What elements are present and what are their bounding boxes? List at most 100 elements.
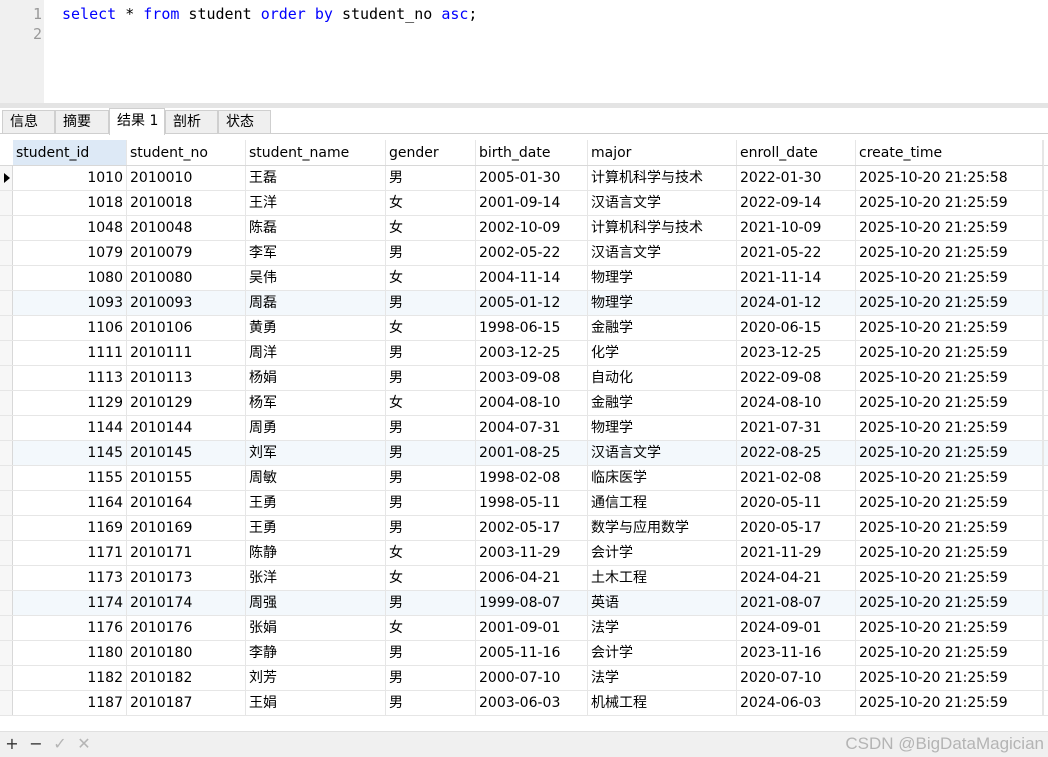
row-selector[interactable] xyxy=(0,591,13,615)
cell-gender[interactable]: 男 xyxy=(386,366,476,390)
tab-status[interactable]: 状态 xyxy=(218,110,271,133)
column-header-enroll-date[interactable]: enroll_date xyxy=(737,140,856,165)
cell-student-no[interactable]: 2010144 xyxy=(127,416,246,440)
cell-gender[interactable]: 女 xyxy=(386,391,476,415)
cell-student-no[interactable]: 2010180 xyxy=(127,641,246,665)
row-selector[interactable] xyxy=(0,491,13,515)
row-selector[interactable] xyxy=(0,616,13,640)
cell-student-name[interactable]: 王娟 xyxy=(246,691,386,715)
cell-enroll-date[interactable]: 2023-12-25 xyxy=(737,341,856,365)
cell-gender[interactable]: 女 xyxy=(386,566,476,590)
table-row[interactable]: 1180 2010180 李静男 2005-11-16 会计学 2023-11-16 202… xyxy=(0,641,1048,666)
table-row[interactable]: 1164 2010164 王勇男 1998-05-11 通信工程 2020-05-11 20… xyxy=(0,491,1048,516)
cell-student-no[interactable]: 2010129 xyxy=(127,391,246,415)
cell-create-time[interactable]: 2025-10-20 21:25:59 xyxy=(856,416,1043,440)
cell-major[interactable]: 通信工程 xyxy=(588,491,737,515)
cell-birth-date[interactable]: 2005-11-16 xyxy=(476,641,588,665)
cell-gender[interactable]: 男 xyxy=(386,416,476,440)
cell-student-name[interactable]: 王勇 xyxy=(246,491,386,515)
cell-create-time[interactable]: 2025-10-20 21:25:59 xyxy=(856,566,1043,590)
cell-enroll-date[interactable]: 2022-08-25 xyxy=(737,441,856,465)
cell-student-no[interactable]: 2010187 xyxy=(127,691,246,715)
cell-student-no[interactable]: 2010173 xyxy=(127,566,246,590)
cell-gender[interactable]: 男 xyxy=(386,241,476,265)
cell-major[interactable]: 自动化 xyxy=(588,366,737,390)
cell-student-name[interactable]: 张洋 xyxy=(246,566,386,590)
cell-student-no[interactable]: 2010164 xyxy=(127,491,246,515)
row-selector[interactable] xyxy=(0,166,13,190)
cell-create-time[interactable]: 2025-10-20 21:25:59 xyxy=(856,591,1043,615)
cell-student-name[interactable]: 杨娟 xyxy=(246,366,386,390)
cell-enroll-date[interactable]: 2020-05-17 xyxy=(737,516,856,540)
cell-enroll-date[interactable]: 2021-05-22 xyxy=(737,241,856,265)
cell-enroll-date[interactable]: 2022-09-08 xyxy=(737,366,856,390)
tab-summary[interactable]: 摘要 xyxy=(55,110,109,133)
cell-create-time[interactable]: 2025-10-20 21:25:59 xyxy=(856,466,1043,490)
row-selector[interactable] xyxy=(0,291,13,315)
cell-create-time[interactable]: 2025-10-20 21:25:59 xyxy=(856,491,1043,515)
cell-enroll-date[interactable]: 2021-10-09 xyxy=(737,216,856,240)
cell-student-id[interactable]: 1048 xyxy=(13,216,127,240)
cell-student-id[interactable]: 1174 xyxy=(13,591,127,615)
cell-create-time[interactable]: 2025-10-20 21:25:59 xyxy=(856,291,1043,315)
cell-enroll-date[interactable]: 2024-09-01 xyxy=(737,616,856,640)
cell-enroll-date[interactable]: 2021-11-29 xyxy=(737,541,856,565)
cell-gender[interactable]: 女 xyxy=(386,541,476,565)
cell-major[interactable]: 汉语言文学 xyxy=(588,191,737,215)
add-row-button[interactable]: + xyxy=(3,734,21,754)
table-row[interactable]: 1182 2010182 刘芳男 2000-07-10 法学 2020-07-10 2025… xyxy=(0,666,1048,691)
table-row[interactable]: 1113 2010113 杨娟男 2003-09-08 自动化 2022-09-08 202… xyxy=(0,366,1048,391)
cell-enroll-date[interactable]: 2021-02-08 xyxy=(737,466,856,490)
cell-enroll-date[interactable]: 2021-08-07 xyxy=(737,591,856,615)
cell-student-no[interactable]: 2010106 xyxy=(127,316,246,340)
tab-profile[interactable]: 剖析 xyxy=(165,110,218,133)
cell-enroll-date[interactable]: 2021-07-31 xyxy=(737,416,856,440)
cell-create-time[interactable]: 2025-10-20 21:25:59 xyxy=(856,616,1043,640)
cell-student-id[interactable]: 1155 xyxy=(13,466,127,490)
cell-create-time[interactable]: 2025-10-20 21:25:59 xyxy=(856,441,1043,465)
cell-birth-date[interactable]: 1999-08-07 xyxy=(476,591,588,615)
cell-major[interactable]: 英语 xyxy=(588,591,737,615)
result-grid[interactable]: student_id student_no student_name gender bi… xyxy=(0,140,1048,716)
cell-gender[interactable]: 女 xyxy=(386,216,476,240)
cell-student-id[interactable]: 1129 xyxy=(13,391,127,415)
cell-birth-date[interactable]: 2001-08-25 xyxy=(476,441,588,465)
cell-birth-date[interactable]: 2004-11-14 xyxy=(476,266,588,290)
cell-birth-date[interactable]: 2003-12-25 xyxy=(476,341,588,365)
cell-gender[interactable]: 女 xyxy=(386,316,476,340)
row-selector[interactable] xyxy=(0,466,13,490)
delete-row-button[interactable]: − xyxy=(27,734,45,754)
table-row[interactable]: 1144 2010144 周勇男 2004-07-31 物理学 2021-07-31 202… xyxy=(0,416,1048,441)
cell-student-name[interactable]: 王勇 xyxy=(246,516,386,540)
table-row[interactable]: 1080 2010080 吴伟女 2004-11-14 物理学 2021-11-14 202… xyxy=(0,266,1048,291)
cell-enroll-date[interactable]: 2020-06-15 xyxy=(737,316,856,340)
column-header-student-id[interactable]: student_id xyxy=(13,140,127,165)
row-selector[interactable] xyxy=(0,316,13,340)
discard-changes-button[interactable]: ✕ xyxy=(75,734,93,754)
cell-gender[interactable]: 男 xyxy=(386,666,476,690)
cell-student-id[interactable]: 1106 xyxy=(13,316,127,340)
cell-enroll-date[interactable]: 2022-01-30 xyxy=(737,166,856,190)
cell-student-id[interactable]: 1171 xyxy=(13,541,127,565)
cell-create-time[interactable]: 2025-10-20 21:25:59 xyxy=(856,391,1043,415)
column-header-create-time[interactable]: create_time xyxy=(856,140,1043,165)
cell-enroll-date[interactable]: 2023-11-16 xyxy=(737,641,856,665)
cell-birth-date[interactable]: 2000-07-10 xyxy=(476,666,588,690)
cell-student-id[interactable]: 1164 xyxy=(13,491,127,515)
table-row[interactable]: 1048 2010048 陈磊女 2002-10-09 计算机科学与技术 2021-10-… xyxy=(0,216,1048,241)
table-row[interactable]: 1174 2010174 周强男 1999-08-07 英语 2021-08-07 2025… xyxy=(0,591,1048,616)
cell-create-time[interactable]: 2025-10-20 21:25:59 xyxy=(856,691,1043,715)
sql-editor[interactable]: 1 2 select * from student order by stude… xyxy=(0,0,1048,103)
cell-major[interactable]: 计算机科学与技术 xyxy=(588,216,737,240)
table-row[interactable]: 1129 2010129 杨军女 2004-08-10 金融学 2024-08-10 202… xyxy=(0,391,1048,416)
cell-birth-date[interactable]: 2002-05-17 xyxy=(476,516,588,540)
cell-birth-date[interactable]: 2006-04-21 xyxy=(476,566,588,590)
row-selector[interactable] xyxy=(0,416,13,440)
cell-major[interactable]: 物理学 xyxy=(588,266,737,290)
row-selector[interactable] xyxy=(0,516,13,540)
cell-birth-date[interactable]: 2002-10-09 xyxy=(476,216,588,240)
cell-student-name[interactable]: 周磊 xyxy=(246,291,386,315)
apply-changes-button[interactable]: ✓ xyxy=(51,734,69,754)
cell-birth-date[interactable]: 2005-01-30 xyxy=(476,166,588,190)
cell-birth-date[interactable]: 2004-08-10 xyxy=(476,391,588,415)
